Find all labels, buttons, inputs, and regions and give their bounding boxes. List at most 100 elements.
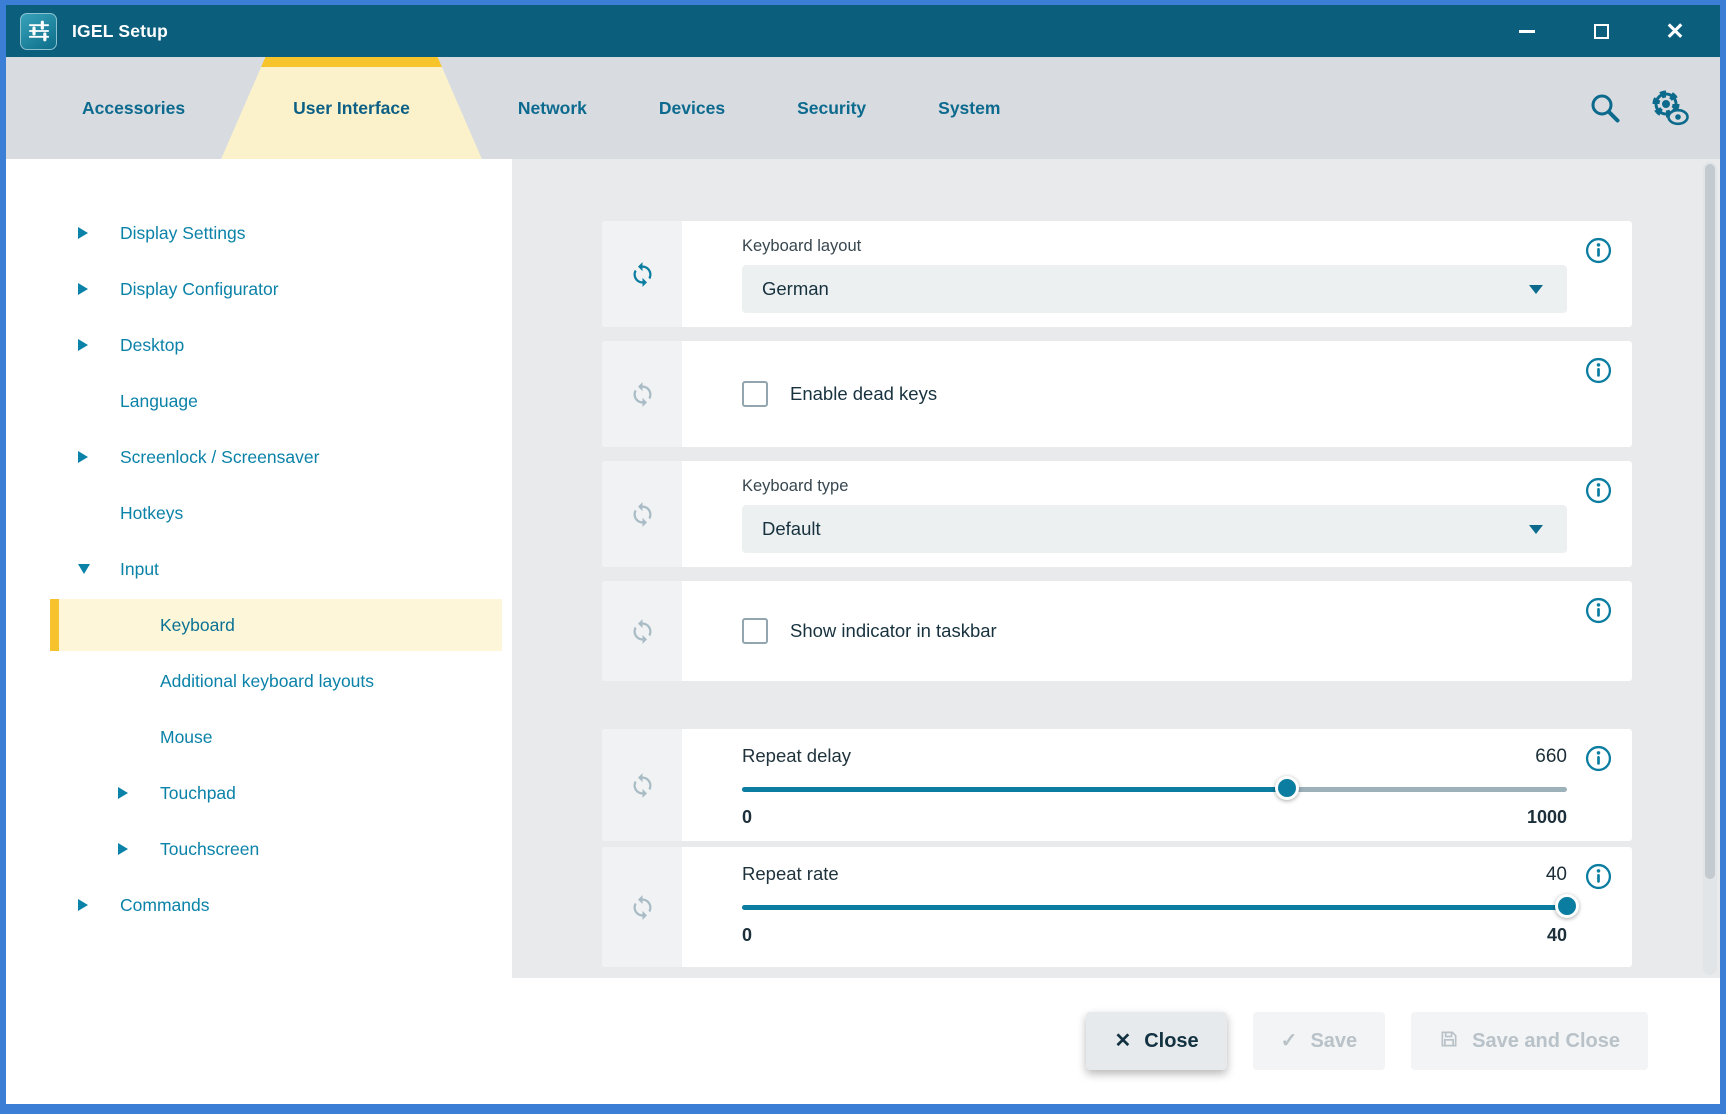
close-button[interactable]: ✕ Close: [1086, 1012, 1226, 1070]
setting-card-repeat-delay: Repeat delay 660 0 1000: [602, 729, 1632, 841]
sidebar-item-desktop[interactable]: Desktop: [6, 317, 512, 373]
reset-icon[interactable]: [629, 381, 656, 408]
keyboard-layout-select[interactable]: German: [742, 265, 1567, 313]
info-icon[interactable]: [1585, 863, 1612, 890]
scrollbar[interactable]: [1703, 162, 1717, 975]
sidebar-item-display-configurator[interactable]: Display Configurator: [6, 261, 512, 317]
minimize-icon: [1519, 30, 1535, 33]
save-button[interactable]: ✓ Save: [1253, 1012, 1385, 1070]
setting-body: Keyboard layout German: [682, 221, 1632, 327]
enable-dead-keys-checkbox[interactable]: [742, 381, 768, 407]
selected-value: Default: [762, 518, 821, 540]
settings-panel: Keyboard layout German: [512, 159, 1720, 978]
show-indicator-checkbox[interactable]: [742, 618, 768, 644]
save-button-label: Save: [1310, 1030, 1357, 1053]
search-icon[interactable]: [1588, 91, 1622, 125]
app-logo-icon: [20, 13, 57, 50]
tab-devices[interactable]: Devices: [623, 57, 761, 159]
setting-card-keyboard-layout: Keyboard layout German: [602, 221, 1632, 327]
sidebar-item-touchpad[interactable]: Touchpad: [6, 765, 512, 821]
setting-card-enable-dead-keys: Enable dead keys: [602, 341, 1632, 447]
setting-card-repeat-rate: Repeat rate 40 0 40: [602, 847, 1632, 967]
check-icon: ✓: [1281, 1031, 1298, 1051]
sidebar-item-input[interactable]: Input: [6, 541, 512, 597]
slider-min: 0: [742, 925, 752, 946]
sidebar-item-mouse[interactable]: Mouse: [6, 709, 512, 765]
save-and-close-button-label: Save and Close: [1472, 1030, 1620, 1053]
reset-column: [602, 341, 682, 447]
sidebar-item-keyboard[interactable]: Keyboard: [6, 597, 512, 653]
tab-network[interactable]: Network: [482, 57, 623, 159]
sidebar-item-additional-keyboard-layouts[interactable]: Additional keyboard layouts: [6, 653, 512, 709]
reset-icon[interactable]: [629, 501, 656, 528]
reset-column: [602, 847, 682, 967]
setting-body: Repeat delay 660 0 1000: [682, 729, 1632, 841]
chevron-right-icon: [118, 843, 128, 855]
slider-fill: [742, 787, 1287, 792]
save-and-close-button[interactable]: Save and Close: [1411, 1012, 1648, 1070]
keyboard-type-select[interactable]: Default: [742, 505, 1567, 553]
slider-min: 0: [742, 807, 752, 828]
sidebar-item-screenlock-screensaver[interactable]: Screenlock / Screensaver: [6, 429, 512, 485]
maximize-icon: [1594, 24, 1609, 39]
igel-setup-window: IGEL Setup ✕ Accessories User Interface …: [0, 0, 1726, 1114]
checkbox-label: Show indicator in taskbar: [790, 620, 997, 642]
sidebar-item-hotkeys[interactable]: Hotkeys: [6, 485, 512, 541]
info-icon[interactable]: [1585, 745, 1612, 772]
field-label: Keyboard layout: [742, 237, 1567, 256]
repeat-delay-slider[interactable]: [742, 776, 1567, 802]
chevron-right-icon: [78, 451, 88, 463]
titlebar: IGEL Setup ✕: [6, 5, 1720, 57]
setting-body: Show indicator in taskbar: [682, 581, 1632, 681]
maximize-button[interactable]: [1586, 16, 1616, 46]
slider-max: 40: [1547, 925, 1567, 946]
slider-value: 40: [1546, 864, 1567, 886]
reset-column: [602, 221, 682, 327]
tab-system[interactable]: System: [902, 57, 1036, 159]
tab-accessories[interactable]: Accessories: [46, 57, 221, 159]
sidebar-item-commands[interactable]: Commands: [6, 877, 512, 933]
info-icon[interactable]: [1585, 477, 1612, 504]
repeat-rate-slider[interactable]: [742, 894, 1567, 920]
checkbox-label: Enable dead keys: [790, 383, 937, 405]
chevron-down-icon: [78, 564, 90, 574]
setting-body: Repeat rate 40 0 40: [682, 847, 1632, 967]
footer-bar: ✕ Close ✓ Save Save and Close: [6, 978, 1720, 1104]
sidebar-item-language[interactable]: Language: [6, 373, 512, 429]
chevron-right-icon: [78, 899, 88, 911]
chevron-right-icon: [118, 787, 128, 799]
tab-user-interface[interactable]: User Interface: [221, 57, 482, 159]
close-button-label: Close: [1144, 1030, 1198, 1053]
reset-column: [602, 729, 682, 841]
reset-icon[interactable]: [629, 772, 656, 799]
scrollbar-thumb[interactable]: [1705, 164, 1715, 879]
slider-label: Repeat rate: [742, 863, 839, 885]
slider-max: 1000: [1527, 807, 1567, 828]
setting-card-keyboard-type: Keyboard type Default: [602, 461, 1632, 567]
window-controls: ✕: [1512, 16, 1706, 46]
reset-column: [602, 461, 682, 567]
info-icon[interactable]: [1585, 237, 1612, 264]
sidebar-item-display-settings[interactable]: Display Settings: [6, 205, 512, 261]
tab-security[interactable]: Security: [761, 57, 902, 159]
reset-icon[interactable]: [629, 894, 656, 921]
sidebar-nav: Display Settings Display Configurator De…: [6, 159, 512, 978]
slider-handle[interactable]: [1275, 776, 1299, 800]
reset-icon[interactable]: [629, 618, 656, 645]
info-icon[interactable]: [1585, 357, 1612, 384]
slider-label: Repeat delay: [742, 745, 851, 767]
save-icon: [1439, 1029, 1459, 1053]
info-icon[interactable]: [1585, 597, 1612, 624]
slider-fill: [742, 905, 1567, 910]
reset-icon[interactable]: [629, 261, 656, 288]
sidebar-item-touchscreen[interactable]: Touchscreen: [6, 821, 512, 877]
selected-value: German: [762, 278, 829, 300]
setting-body: Enable dead keys: [682, 341, 1632, 447]
chevron-right-icon: [78, 283, 88, 295]
settings-visibility-icon[interactable]: [1648, 87, 1690, 129]
tabbar: Accessories User Interface Network Devic…: [6, 57, 1720, 159]
body: Display Settings Display Configurator De…: [6, 159, 1720, 978]
close-window-button[interactable]: ✕: [1660, 16, 1690, 46]
minimize-button[interactable]: [1512, 16, 1542, 46]
slider-handle[interactable]: [1555, 894, 1579, 918]
